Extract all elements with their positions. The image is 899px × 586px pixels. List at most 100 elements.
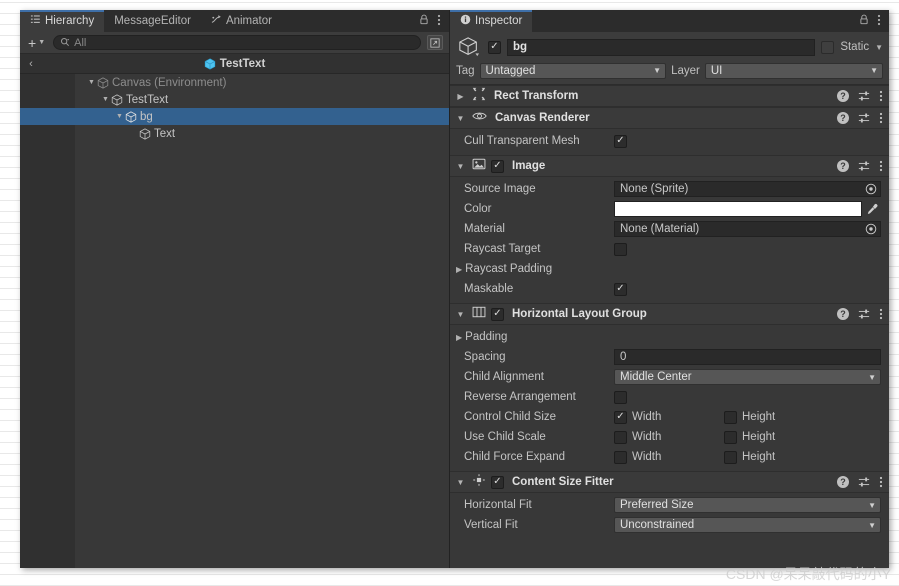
source-image-value: None (Sprite) [620,183,689,195]
hierarchy-row-canvas[interactable]: ▼ Canvas (Environment) [20,74,449,91]
component-header-canvas-renderer[interactable]: ▼ Canvas Renderer ? [450,107,889,129]
property-label: Maskable [464,283,514,295]
kebab-menu-icon[interactable] [879,90,883,102]
eyedropper-icon[interactable] [864,201,881,217]
kebab-menu-icon[interactable] [877,14,881,29]
tab-animator[interactable]: Animator [201,10,282,32]
tab-message-editor[interactable]: MessageEditor [104,10,201,32]
maskable-checkbox[interactable]: ✓ [614,282,627,296]
lock-icon[interactable] [859,14,869,28]
eye-icon [472,109,487,128]
hierarchy-row-label: Canvas (Environment) [112,76,227,89]
property-color: Color [450,199,889,219]
use-child-scale-width-checkbox[interactable]: ✓ [614,430,627,444]
preset-sliders-icon[interactable] [858,160,870,172]
static-dropdown-icon[interactable]: ▼ [875,43,883,52]
control-child-size-width-checkbox[interactable]: ✓ [614,410,627,424]
preset-sliders-icon[interactable] [858,112,870,124]
component-title: Rect Transform [494,90,579,102]
component-header-content-size-fitter[interactable]: ▼ ✓ Content Size Fitter ? [450,471,889,493]
help-icon[interactable]: ? [837,476,849,488]
horizontal-layout-group-enabled-checkbox[interactable]: ✓ [491,307,504,321]
foldout-arrow-icon[interactable]: ▼ [454,478,467,487]
gameobject-cube-icon [125,110,137,123]
child-force-expand-width-checkbox[interactable]: ✓ [614,450,627,464]
foldout-arrow-icon[interactable]: ▼ [100,96,111,103]
help-icon[interactable]: ? [837,90,849,102]
property-raycast-padding[interactable]: ▶ Raycast Padding [450,259,889,279]
object-picker-icon[interactable] [864,222,878,236]
component-header-image[interactable]: ▼ ✓ Image ? [450,155,889,177]
static-checkbox[interactable]: ✓ [821,40,835,54]
property-label: Child Alignment [464,371,544,383]
foldout-arrow-icon[interactable]: ▼ [454,310,467,319]
object-picker-icon[interactable] [864,182,878,196]
property-label-group: ▶ Padding [456,331,606,343]
foldout-arrow-icon[interactable]: ▼ [114,113,125,120]
foldout-arrow-icon[interactable]: ▶ [456,333,462,342]
color-swatch-field[interactable] [614,201,862,217]
vertical-fit-dropdown[interactable]: Unconstrained ▼ [614,517,881,533]
tab-inspector[interactable]: Inspector [450,10,533,32]
property-use-child-scale: Use Child Scale ✓ Width ✓ Height [450,427,889,447]
lock-icon[interactable] [419,14,429,28]
foldout-arrow-icon[interactable]: ▶ [456,265,462,274]
spacing-input[interactable]: 0 [614,349,881,365]
preset-sliders-icon[interactable] [858,90,870,102]
image-enabled-checkbox[interactable]: ✓ [491,159,504,173]
kebab-menu-icon[interactable] [437,14,441,29]
child-alignment-dropdown[interactable]: Middle Center ▼ [614,369,881,385]
hierarchy-row-text[interactable]: ▶ Text [20,125,449,142]
tab-hierarchy[interactable]: Hierarchy [20,10,105,32]
cull-transparent-mesh-checkbox[interactable]: ✓ [614,134,627,148]
inspector-tabbar: Inspector [450,10,889,32]
property-source-image: Source Image None (Sprite) [450,179,889,199]
component-header-rect-transform[interactable]: ▶ Rect Transform ? [450,85,889,107]
gameobject-cube-icon[interactable] [456,36,482,58]
content-size-fitter-enabled-checkbox[interactable]: ✓ [491,475,504,489]
horizontal-fit-dropdown[interactable]: Preferred Size ▼ [614,497,881,513]
material-object-field[interactable]: None (Material) [614,221,881,237]
plus-icon: + [28,34,37,51]
reverse-arrangement-checkbox[interactable]: ✓ [614,390,627,404]
gameobject-name-field[interactable]: bg [507,38,816,56]
material-value: None (Material) [620,223,700,235]
open-in-window-icon[interactable] [427,35,443,50]
layer-dropdown[interactable]: UI ▼ [704,62,883,79]
foldout-arrow-icon[interactable]: ▼ [454,162,467,171]
kebab-menu-icon[interactable] [879,476,883,488]
static-label: Static [840,41,870,53]
foldout-arrow-icon[interactable]: ▶ [454,92,467,101]
preset-sliders-icon[interactable] [858,308,870,320]
property-label: Child Force Expand [464,451,565,463]
tag-dropdown[interactable]: Untagged ▼ [479,62,667,79]
property-label: Vertical Fit [464,519,518,531]
add-gameobject-button[interactable]: + ▼ [26,35,47,51]
property-label-group: ▶ Raycast Padding [456,263,606,275]
inspector-body: ✓ bg ✓ Static ▼ Tag Untagged ▼ [450,32,889,568]
kebab-menu-icon[interactable] [879,160,883,172]
foldout-arrow-icon[interactable]: ▼ [86,79,97,86]
child-force-expand-height-checkbox[interactable]: ✓ [724,450,737,464]
kebab-menu-icon[interactable] [879,112,883,124]
control-child-size-height-checkbox[interactable]: ✓ [724,410,737,424]
raycast-target-checkbox[interactable]: ✓ [614,242,627,256]
component-header-horizontal-layout-group[interactable]: ▼ ✓ Horizontal Layout Group ? [450,303,889,325]
source-image-object-field[interactable]: None (Sprite) [614,181,881,197]
breadcrumb-prefab[interactable]: TestText [20,58,449,70]
search-input[interactable]: All [53,35,421,50]
foldout-arrow-icon[interactable]: ▼ [454,114,467,123]
property-padding[interactable]: ▶ Padding [450,327,889,347]
help-icon[interactable]: ? [837,308,849,320]
help-icon[interactable]: ? [837,112,849,124]
prefab-cube-icon [204,57,216,70]
gameobject-cube-icon [111,93,123,106]
gameobject-enabled-checkbox[interactable]: ✓ [488,40,501,54]
help-icon[interactable]: ? [837,160,849,172]
hierarchy-row-testtext[interactable]: ▼ TestText [20,91,449,108]
use-child-scale-height-checkbox[interactable]: ✓ [724,430,737,444]
preset-sliders-icon[interactable] [858,476,870,488]
tabbar-spacer [532,10,851,32]
kebab-menu-icon[interactable] [879,308,883,320]
hierarchy-row-bg[interactable]: ▼ bg [20,108,449,125]
